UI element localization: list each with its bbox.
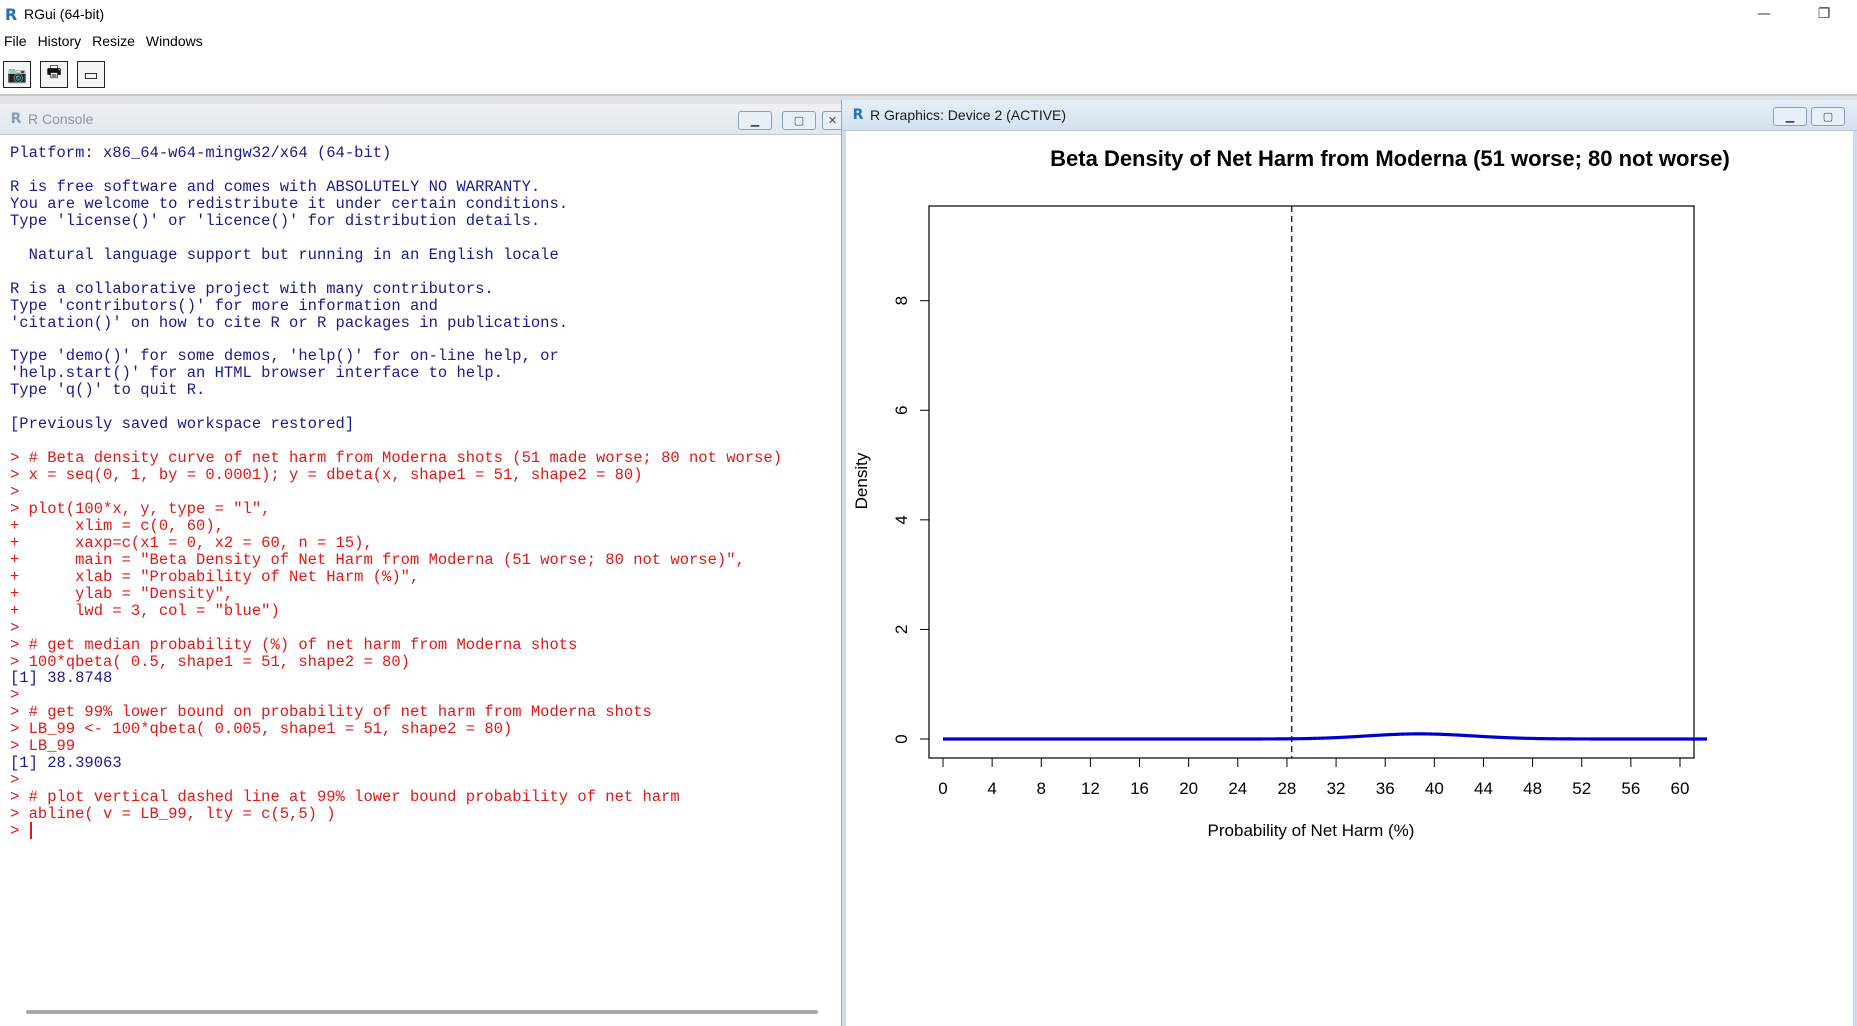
printer-icon[interactable]: 🖶: [40, 61, 68, 88]
console-close-button[interactable]: ✕: [822, 111, 842, 130]
console-line: Platform: x86_64-w64-mingw32/x64 (64-bit…: [10, 144, 392, 162]
x-tick-label: 4: [987, 779, 996, 798]
restore-icon[interactable]: ❐: [1801, 0, 1847, 28]
x-tick-label: 24: [1228, 779, 1247, 798]
x-tick-label: 8: [1037, 779, 1046, 798]
graphics-minimize-button[interactable]: ▁: [1773, 107, 1807, 126]
y-axis-label: Density: [852, 452, 871, 509]
y-tick-label: 8: [892, 296, 911, 305]
toolbar: 📷 🖶 ▭: [0, 54, 1857, 96]
y-tick-label: 6: [892, 406, 911, 415]
menu-bar: File History Resize Windows: [0, 28, 1857, 54]
console-minimize-button[interactable]: ▁: [738, 111, 772, 130]
graphics-window: R R Graphics: Device 2 (ACTIVE) ▁ ▢ Beta…: [841, 100, 1857, 1026]
beta-density-plot: Beta Density of Net Harm from Moderna (5…: [852, 146, 1730, 840]
console-output[interactable]: Platform: x86_64-w64-mingw32/x64 (64-bit…: [0, 135, 842, 1026]
y-tick-label: 2: [892, 625, 911, 634]
console-line: Natural language support but running in …: [10, 245, 559, 264]
x-axis: 0 4 8 12 16 20 24 28 32 36 40 44 48 52 56 60: [938, 758, 1689, 798]
y-tick-label: 4: [892, 515, 911, 524]
graphics-titlebar: R R Graphics: Device 2 (ACTIVE) ▁ ▢: [842, 100, 1857, 131]
x-tick-label: 44: [1474, 779, 1493, 798]
x-tick-label: 48: [1523, 779, 1542, 798]
console-title: R Console: [28, 111, 94, 127]
console-line: Type 'q()' to quit R.: [10, 381, 206, 400]
graphics-maximize-button[interactable]: ▢: [1811, 107, 1845, 126]
console-line: [Previously saved workspace restored]: [10, 415, 355, 434]
x-tick-label: 16: [1130, 779, 1149, 798]
x-tick-label: 20: [1179, 779, 1198, 798]
console-line: [1] 38.8748: [10, 669, 113, 688]
console-line: > x = seq(0, 1, by = 0.0001); y = dbeta(…: [10, 466, 643, 485]
x-tick-label: 28: [1277, 779, 1296, 798]
console-window: R R Console ▁ ▢ ✕ Platform: x86_64-w64-m…: [0, 104, 842, 1026]
console-line: > abline( v = LB_99, lty = c(5,5) ): [10, 805, 336, 824]
minimize-icon[interactable]: —: [1741, 0, 1787, 28]
y-tick-label: 0: [892, 734, 911, 743]
x-tick-label: 60: [1671, 779, 1690, 798]
menu-file[interactable]: File: [0, 33, 34, 49]
x-tick-label: 36: [1376, 779, 1395, 798]
text-cursor: [30, 822, 32, 839]
r-logo-icon: R: [852, 107, 864, 123]
chart-title: Beta Density of Net Harm from Moderna (5…: [1050, 146, 1730, 171]
x-tick-label: 32: [1327, 779, 1346, 798]
console-line: [1] 28.39063: [10, 754, 122, 773]
graphics-title: R Graphics: Device 2 (ACTIVE): [870, 107, 1067, 123]
mdi-area: R R Console ▁ ▢ ✕ Platform: x86_64-w64-m…: [0, 96, 1857, 1026]
menu-resize[interactable]: Resize: [88, 33, 142, 49]
console-titlebar: R R Console ▁ ▢ ✕: [0, 104, 842, 135]
x-axis-label: Probability of Net Harm (%): [1208, 821, 1415, 840]
x-tick-label: 12: [1081, 779, 1100, 798]
x-tick-label: 56: [1621, 779, 1640, 798]
window-icon[interactable]: ▭: [77, 61, 105, 88]
y-axis: 0 2 4 6 8: [892, 296, 929, 744]
menu-history[interactable]: History: [34, 33, 89, 49]
x-tick-label: 52: [1572, 779, 1591, 798]
console-line: + lwd = 3, col = "blue"): [10, 601, 280, 620]
console-line: 'citation()' on how to cite R or R packa…: [10, 313, 569, 332]
camera-icon[interactable]: 📷: [3, 61, 31, 88]
console-maximize-button[interactable]: ▢: [782, 111, 816, 130]
r-logo-icon: R: [4, 4, 18, 24]
density-curve: [942, 732, 1709, 741]
menu-windows[interactable]: Windows: [142, 33, 210, 49]
x-tick-label: 40: [1425, 779, 1444, 798]
horizontal-scrollbar[interactable]: [26, 1010, 818, 1014]
r-logo-icon: R: [10, 111, 22, 127]
app-titlebar: R RGui (64-bit) — ❐: [0, 0, 1857, 28]
console-line: >: [10, 822, 20, 840]
plot-frame: [928, 205, 1695, 759]
x-tick-label: 0: [938, 779, 947, 798]
plot-area: Beta Density of Net Harm from Moderna (5…: [846, 131, 1853, 1026]
console-line: Type 'license()' or 'licence()' for dist…: [10, 211, 541, 230]
app-title: RGui (64-bit): [24, 6, 105, 22]
console-line: > LB_99 <- 100*qbeta( 0.005, shape1 = 51…: [10, 720, 513, 739]
